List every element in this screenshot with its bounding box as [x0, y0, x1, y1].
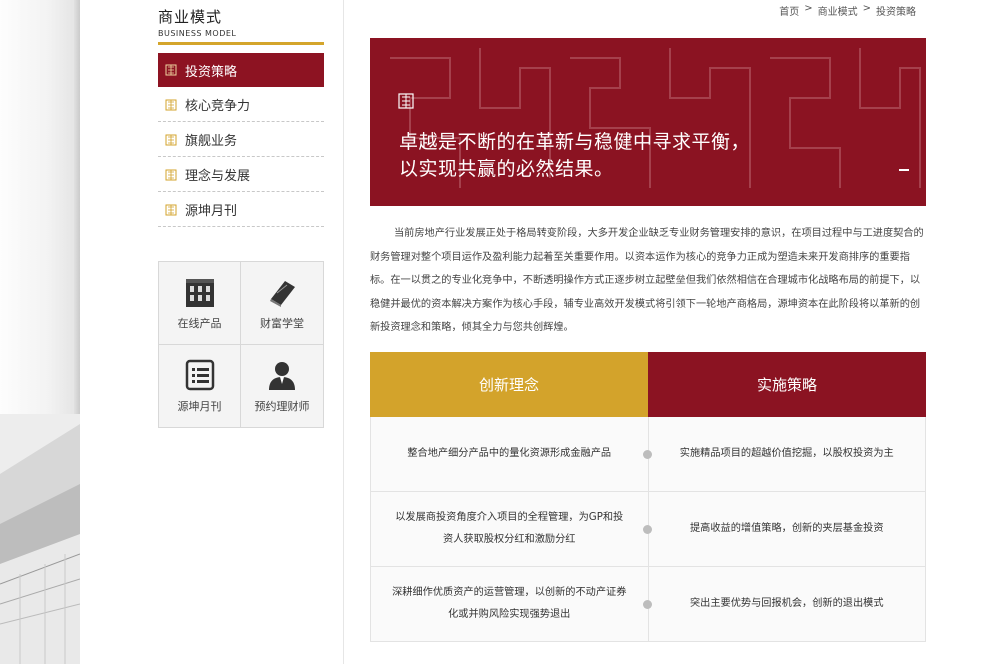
quick-link-book-advisor[interactable]: 预约理财师 — [241, 345, 323, 428]
sidebar-item-philosophy-development[interactable]: 理念与发展 — [158, 158, 324, 192]
building-background-image — [0, 414, 80, 664]
logo-mark-icon — [164, 63, 178, 77]
quick-link-label: 源坤月刊 — [177, 399, 222, 413]
table-row: 深耕细作优质资产的运营管理，以创新的不动产证券化或并购风险实现强势退出 突出主要… — [370, 567, 926, 642]
logo-mark-icon — [164, 98, 178, 112]
quick-links-grid: 在线产品 财富学堂 源坤月刊 预约理财师 — [158, 261, 324, 428]
breadcrumb: 首页 > 商业模式 > 投资策略 — [779, 3, 916, 18]
content-divider — [343, 0, 344, 664]
quick-link-label: 在线产品 — [177, 316, 222, 330]
quick-link-label: 财富学堂 — [260, 316, 304, 330]
breadcrumb-home-link[interactable]: 首页 — [779, 3, 799, 18]
sidebar-item-label: 核心竞争力 — [185, 99, 251, 114]
table-cell-implementation: 实施精品项目的超越价值挖掘，以股权投资为主 — [679, 448, 894, 459]
sidebar-item-flagship-business[interactable]: 旗舰业务 — [158, 123, 324, 157]
sidebar-item-label: 理念与发展 — [185, 169, 251, 184]
sidebar-item-investment-strategy[interactable]: 投资策略 — [158, 53, 324, 87]
logo-mark-icon — [164, 168, 178, 182]
sidebar-item-monthly-journal[interactable]: 源坤月刊 — [158, 193, 324, 227]
table-header-implementation: 实施策略 — [648, 352, 926, 417]
table-row: 以发展商投资角度介入项目的全程管理，为GP和投资人获取股权分红和激励分红 提高收… — [370, 492, 926, 567]
sidebar-title-underline — [158, 42, 324, 45]
table-cell-innovation: 以发展商投资角度介入项目的全程管理，为GP和投资人获取股权分红和激励分红 — [371, 492, 649, 566]
sidebar-menu: 投资策略 核心竞争力 旗舰业务 理念与发展 源坤月刊 — [158, 53, 324, 227]
quick-link-label: 预约理财师 — [254, 399, 310, 413]
table-row: 整合地产细分产品中的量化资源形成金融产品 实施精品项目的超越价值挖掘，以股权投资… — [370, 417, 926, 492]
breadcrumb-separator: > — [862, 3, 871, 14]
sidebar-item-label: 投资策略 — [185, 64, 238, 80]
row-connector-dot — [643, 525, 652, 534]
quick-link-monthly-journal[interactable]: 源坤月刊 — [159, 344, 241, 427]
row-connector-dot — [643, 600, 652, 609]
background-photo-strip — [0, 0, 80, 664]
sidebar-item-label: 旗舰业务 — [185, 134, 238, 149]
hero-banner: 卓越是不断的在革新与稳健中寻求平衡， 以实现共赢的必然结果。 — [370, 38, 926, 206]
quick-link-wealth-school[interactable]: 财富学堂 — [241, 262, 323, 345]
breadcrumb-current: 投资策略 — [876, 7, 916, 18]
strategy-table: 创新理念 实施策略 整合地产细分产品中的量化资源形成金融产品 实施精品项目的超越… — [370, 352, 926, 642]
table-cell-implementation: 提高收益的增值策略，创新的夹层基金投资 — [689, 523, 884, 534]
logo-mark-icon — [164, 203, 178, 217]
table-header-innovation: 创新理念 — [370, 352, 648, 417]
banner-collapse-button[interactable] — [899, 169, 909, 171]
breadcrumb-business-model-link[interactable]: 商业模式 — [818, 3, 858, 18]
breadcrumb-separator: > — [804, 3, 813, 14]
sidebar-subtitle: BUSINESS MODEL — [158, 29, 237, 38]
table-cell-innovation: 深耕细作优质资产的运营管理，以创新的不动产证券化或并购风险实现强势退出 — [371, 567, 649, 641]
intro-paragraph: 当前房地产行业发展正处于格局转变阶段，大多开发企业缺乏专业财务管理安排的意识，在… — [370, 228, 924, 333]
sidebar-item-label: 源坤月刊 — [185, 204, 238, 219]
sidebar-title: 商业模式 — [158, 8, 223, 26]
sidebar: 商业模式 BUSINESS MODEL 投资策略 核心竞争力 旗舰业务 理念与发… — [158, 0, 324, 228]
book-icon — [270, 280, 295, 307]
banner-headline-line1: 卓越是不断的在革新与稳健中寻求平衡， — [399, 131, 751, 153]
advisor-icon — [269, 361, 295, 390]
table-cell-implementation: 突出主要优势与回报机会，创新的退出模式 — [689, 598, 884, 609]
quick-link-online-products[interactable]: 在线产品 — [159, 262, 241, 345]
list-icon — [185, 359, 214, 390]
table-header: 创新理念 实施策略 — [370, 352, 926, 417]
logo-mark-icon — [398, 93, 414, 109]
logo-mark-icon — [164, 133, 178, 147]
sidebar-item-core-competence[interactable]: 核心竞争力 — [158, 88, 324, 122]
banner-headline-line2: 以实现共赢的必然结果。 — [399, 158, 614, 180]
table-cell-innovation: 整合地产细分产品中的量化资源形成金融产品 — [371, 417, 649, 491]
row-connector-dot — [643, 450, 652, 459]
building-icon — [185, 278, 214, 307]
